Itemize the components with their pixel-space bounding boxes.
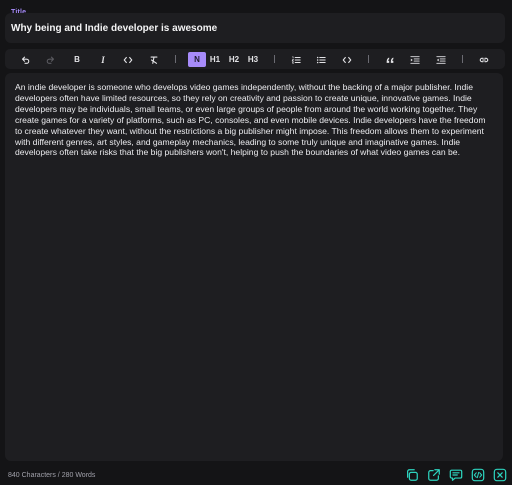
- link-button[interactable]: [475, 52, 493, 67]
- code-view-button[interactable]: [470, 467, 486, 483]
- redo-button[interactable]: [42, 52, 60, 67]
- title-field[interactable]: Why being and Indie developer is awesome: [5, 13, 505, 43]
- bold-button[interactable]: B: [68, 52, 86, 67]
- comment-icon: [449, 469, 463, 481]
- copy-icon: [407, 469, 418, 481]
- blockquote-button[interactable]: [381, 52, 399, 67]
- code-icon: [123, 56, 133, 63]
- italic-button[interactable]: I: [94, 52, 112, 67]
- outdent-button[interactable]: [432, 52, 450, 67]
- toolbar-separator: [175, 55, 176, 63]
- close-button[interactable]: [492, 467, 508, 483]
- code-icon: [471, 468, 485, 482]
- bullet-list-button[interactable]: [312, 52, 330, 67]
- clear-format-icon: [150, 56, 158, 64]
- heading-1-button[interactable]: H1: [206, 52, 224, 67]
- text-editor[interactable]: An indie developer is someone who develo…: [5, 73, 503, 461]
- quote-icon: [386, 57, 394, 63]
- outdent-icon: [436, 55, 446, 64]
- undo-icon: [21, 56, 30, 64]
- clear-format-button[interactable]: [145, 52, 163, 67]
- footer-actions: [404, 467, 508, 483]
- heading-3-button[interactable]: H3: [244, 52, 262, 67]
- indent-icon: [410, 55, 420, 64]
- export-icon: [428, 469, 440, 481]
- undo-button[interactable]: [16, 52, 34, 67]
- link-icon: [479, 57, 489, 62]
- ordered-list-icon: [291, 56, 301, 63]
- inline-code-button[interactable]: [119, 52, 137, 67]
- character-word-count: 840 Characters / 280 Words: [8, 472, 96, 479]
- code-icon: [342, 56, 352, 63]
- normal-text-button[interactable]: N: [188, 52, 206, 67]
- toolbar-separator: [274, 55, 275, 63]
- heading-2-button[interactable]: H2: [225, 52, 243, 67]
- indent-button[interactable]: [406, 52, 424, 67]
- copy-button[interactable]: [404, 467, 420, 483]
- bullet-list-icon: [316, 56, 326, 63]
- title-value: Why being and Indie developer is awesome: [11, 23, 218, 34]
- close-icon: [493, 468, 507, 482]
- export-button[interactable]: [426, 467, 442, 483]
- toolbar-separator: [368, 55, 369, 63]
- redo-icon: [46, 56, 55, 64]
- editor-paragraph: An indie developer is someone who develo…: [15, 82, 486, 158]
- formatting-toolbar: B I N H1 H2 H3: [5, 49, 505, 69]
- toolbar-separator: [462, 55, 463, 63]
- code-block-button[interactable]: [338, 52, 356, 67]
- comment-button[interactable]: [448, 467, 464, 483]
- ordered-list-button[interactable]: [287, 52, 305, 67]
